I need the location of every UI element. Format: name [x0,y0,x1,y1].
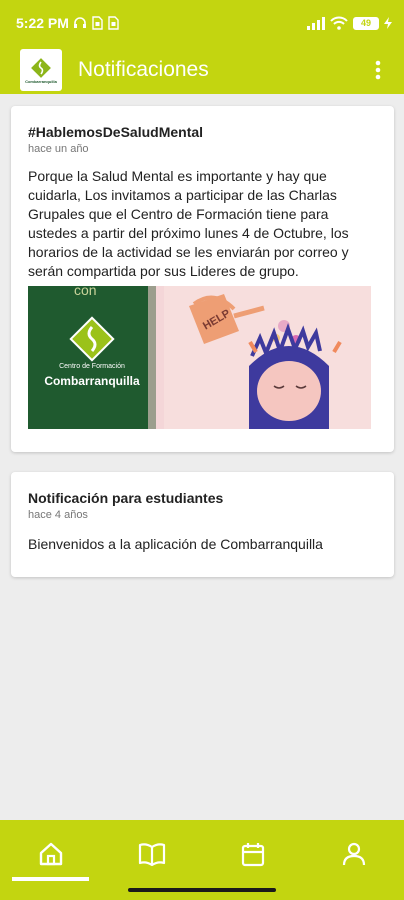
app-logo: Combarranquilla [20,49,62,91]
notification-time: hace un año [28,143,89,155]
notification-title: Notificación para estudiantes [28,490,224,506]
watering-can-illustration [189,294,342,429]
notification-card[interactable]: Notificación para estudiantes hace 4 año… [11,472,394,577]
battery-level: 49 [360,18,371,28]
home-indicator[interactable] [128,888,276,892]
status-time: 5:22 PM [16,15,69,31]
nav-active-indicator [12,877,89,881]
app-bar: Combarranquilla Notificaciones [0,46,404,94]
sim-icon-2 [108,16,119,30]
signal-icon [307,16,325,30]
status-bar: 5:22 PM 49 [0,0,404,46]
image-top-text: con [74,286,97,298]
status-left: 5:22 PM [16,15,119,31]
page-title: Notificaciones [78,58,209,81]
nav-profile[interactable] [303,820,404,900]
more-vert-icon [375,60,381,80]
image-center-line1: Centro de Formación [59,363,125,370]
charging-icon [384,17,392,29]
image-logo-panel: con Centro de Formación Combarranquilla [28,286,156,429]
book-icon [138,843,165,867]
nav-home[interactable] [0,820,101,900]
notification-body: Bienvenidos a la aplicación de Combarran… [28,536,323,552]
home-icon [39,842,62,866]
image-illustration-panel: HELP [164,286,371,429]
more-options-button[interactable] [366,58,390,82]
status-right: 49 [307,16,392,30]
calendar-icon [241,843,264,867]
logo-diamond-icon [31,57,51,78]
notification-body: Porque la Salud Mental es importante y h… [28,168,349,279]
sim-icon [92,16,103,30]
headset-icon [73,17,86,28]
logo-text: Combarranquilla [25,78,57,84]
notification-image[interactable]: con Centro de Formación Combarranquilla [28,286,371,429]
notification-time: hace 4 años [28,509,88,521]
notification-card[interactable]: #HablemosDeSaludMental hace un año Porqu… [11,106,394,452]
notification-title: #HablemosDeSaludMental [28,124,204,140]
image-logo-icon [69,316,115,362]
profile-icon [342,842,365,866]
wifi-icon [330,16,348,30]
battery-icon: 49 [353,16,379,30]
image-center-line2: Combarranquilla [44,374,140,388]
